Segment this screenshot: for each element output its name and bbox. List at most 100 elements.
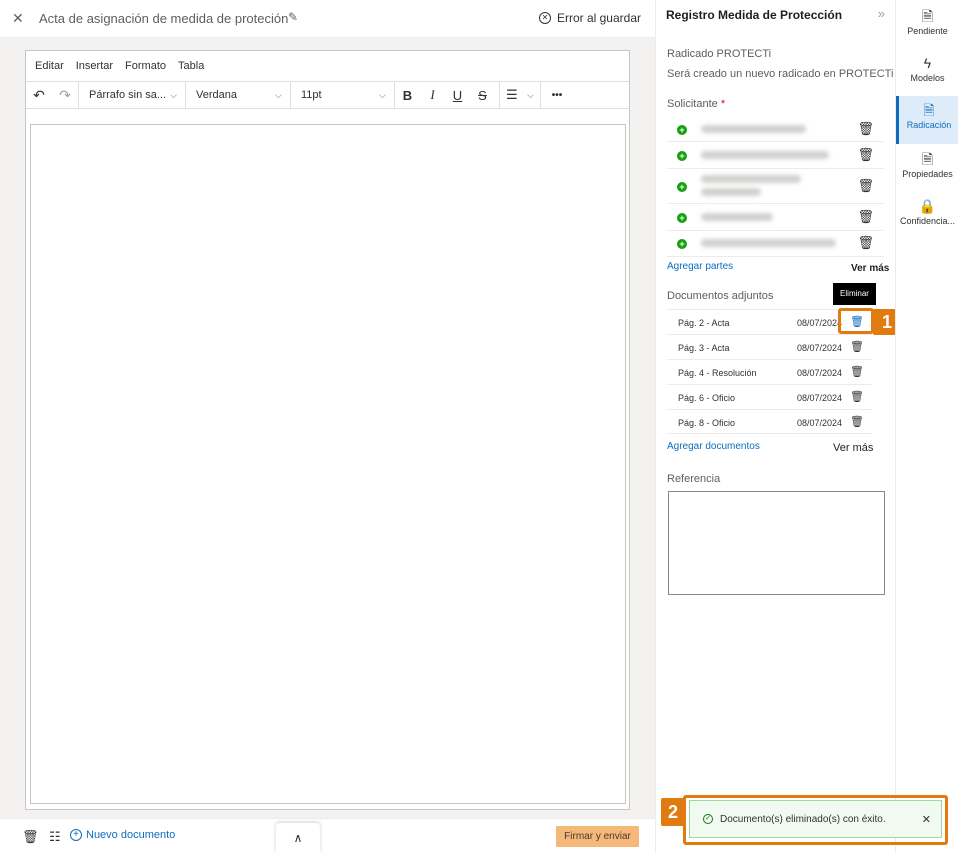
- delete-tooltip: Eliminar: [833, 283, 876, 305]
- pencil-icon[interactable]: ✎: [288, 10, 298, 24]
- radicado-label: Radicado PROTECTi: [667, 48, 772, 60]
- trash-icon[interactable]: 🗑: [850, 390, 864, 403]
- plus-circle-icon: +: [70, 829, 82, 841]
- attachment-date: 08/07/2024: [797, 393, 843, 403]
- menu-editar[interactable]: Editar: [35, 60, 64, 72]
- nav-pendiente[interactable]: 🗎 Pendiente: [896, 6, 958, 46]
- attachment-row: Pág. 3 - Acta 08/07/2024 🗑: [667, 334, 872, 359]
- see-more-documents-link[interactable]: Ver más: [833, 442, 873, 454]
- menu-formato[interactable]: Formato: [125, 60, 166, 72]
- document-canvas[interactable]: [30, 124, 626, 804]
- nav-propiedades[interactable]: 🗎 Propiedades: [896, 149, 958, 189]
- attachment-date: 08/07/2024: [797, 418, 843, 428]
- editor-toolbar: ↶ ↷ Párrafo sin sa... ⌵ Verdana ⌵ 11pt ⌵…: [26, 81, 629, 109]
- trash-icon[interactable]: 🗑: [22, 829, 39, 845]
- side-navigation: 🗎 Pendiente ϟ Modelos 🗎 Radicación 🗎 Pro…: [895, 0, 958, 853]
- menu-insertar[interactable]: Insertar: [76, 60, 113, 72]
- redacted-name: [701, 213, 773, 221]
- attachment-name[interactable]: Pág. 8 - Oficio: [678, 418, 735, 428]
- align-dropdown[interactable]: ☰ ⌵: [500, 81, 540, 109]
- callout-highlight-1: [838, 308, 874, 334]
- close-icon[interactable]: ✕: [12, 10, 24, 27]
- chevron-up-icon[interactable]: ∧: [276, 823, 320, 853]
- align-left-icon: ☰: [506, 87, 518, 102]
- bold-button[interactable]: B: [395, 88, 420, 103]
- chevron-down-icon: ⌵: [170, 89, 177, 100]
- redacted-name: [701, 125, 806, 133]
- undo-icon[interactable]: ↶: [26, 87, 52, 104]
- strikethrough-button[interactable]: S: [470, 88, 495, 103]
- trash-icon[interactable]: 🗑: [857, 209, 874, 225]
- save-status: ✕ Error al guardar: [538, 11, 641, 25]
- trash-icon[interactable]: 🗑: [850, 415, 864, 428]
- redacted-name: [701, 175, 801, 183]
- check-circle-icon: ✓: [703, 814, 713, 824]
- add-circle-icon[interactable]: +: [677, 182, 687, 192]
- radicado-value: Será creado un nuevo radicado en PROTECT…: [667, 68, 894, 80]
- callout-badge-2: 2: [661, 798, 685, 826]
- solicitante-row: + 🗑: [667, 231, 884, 257]
- nav-radicacion[interactable]: 🗎 Radicación: [896, 96, 958, 144]
- attachment-name[interactable]: Pág. 4 - Resolución: [678, 368, 757, 378]
- rich-text-editor: Editar Insertar Formato Tabla ↶ ↷ Párraf…: [25, 50, 630, 810]
- menu-tabla[interactable]: Tabla: [178, 60, 204, 72]
- font-size-dropdown[interactable]: 11pt ⌵: [291, 81, 394, 109]
- attachment-name[interactable]: Pág. 2 - Acta: [678, 318, 730, 328]
- trash-icon[interactable]: 🗑: [857, 147, 874, 163]
- solicitante-row: + 🗑: [667, 204, 884, 231]
- solicitante-row: + 🗑: [667, 117, 884, 142]
- properties-doc-icon: 🗎: [921, 151, 934, 167]
- add-circle-icon[interactable]: +: [677, 213, 687, 223]
- success-toast: ✓ Documento(s) eliminado(s) con éxito. ✕: [689, 800, 942, 838]
- attachment-row: Pág. 8 - Oficio 08/07/2024 🗑: [667, 409, 872, 434]
- redacted-name: [701, 188, 761, 196]
- attachment-name[interactable]: Pág. 6 - Oficio: [678, 393, 735, 403]
- sign-and-send-button[interactable]: Firmar y enviar: [556, 826, 639, 847]
- add-circle-icon[interactable]: +: [677, 239, 687, 249]
- new-document-button[interactable]: + Nuevo documento: [70, 829, 175, 841]
- paragraph-style-dropdown[interactable]: Párrafo sin sa... ⌵: [79, 81, 185, 109]
- settings-sliders-icon[interactable]: ☷: [49, 829, 61, 845]
- add-documents-link[interactable]: Agregar documentos: [667, 441, 760, 452]
- see-more-parties-link[interactable]: Ver más: [851, 263, 889, 274]
- font-dropdown[interactable]: Verdana ⌵: [186, 81, 290, 109]
- new-document-label: Nuevo documento: [86, 829, 176, 841]
- attachment-row: Pág. 4 - Resolución 08/07/2024 🗑: [667, 359, 872, 384]
- collapse-panel-icon[interactable]: »: [878, 6, 885, 21]
- save-status-text: Error al guardar: [556, 11, 641, 25]
- radicacion-doc-icon: 🗎: [923, 102, 935, 118]
- redacted-name: [701, 239, 836, 247]
- trash-icon[interactable]: 🗑: [850, 340, 864, 353]
- reference-textarea[interactable]: [668, 491, 885, 595]
- font-size-value: 11pt: [301, 89, 322, 101]
- attachment-date: 08/07/2024: [797, 368, 843, 378]
- font-value: Verdana: [196, 89, 237, 101]
- attachment-date: 08/07/2024: [797, 318, 843, 328]
- trash-icon[interactable]: 🗑: [857, 121, 874, 137]
- italic-button[interactable]: I: [420, 87, 445, 103]
- chevron-down-icon: ⌵: [275, 89, 282, 100]
- attachment-date: 08/07/2024: [797, 343, 843, 353]
- solicitante-row: + 🗑: [667, 142, 884, 169]
- attachment-name[interactable]: Pág. 3 - Acta: [678, 343, 730, 353]
- document-title: Acta de asignación de medida de proteció…: [39, 11, 289, 26]
- underline-button[interactable]: U: [445, 88, 470, 103]
- trash-icon[interactable]: 🗑: [857, 235, 874, 251]
- redo-icon[interactable]: ↷: [52, 87, 78, 104]
- editor-menubar: Editar Insertar Formato Tabla: [26, 51, 629, 81]
- trash-icon[interactable]: 🗑: [857, 178, 874, 194]
- redacted-name: [701, 151, 829, 159]
- add-circle-icon[interactable]: +: [677, 151, 687, 161]
- pending-doc-icon: 🗎: [921, 8, 934, 24]
- trash-icon[interactable]: 🗑: [850, 365, 864, 378]
- required-mark: *: [720, 98, 726, 110]
- nav-modelos[interactable]: ϟ Modelos: [896, 53, 958, 93]
- add-circle-icon[interactable]: +: [677, 125, 687, 135]
- solicitante-row: + 🗑: [667, 169, 884, 204]
- add-parties-link[interactable]: Agregar partes: [667, 261, 733, 272]
- close-icon[interactable]: ✕: [922, 813, 931, 826]
- lightning-icon: ϟ: [923, 55, 932, 71]
- reference-label: Referencia: [667, 473, 721, 485]
- more-options-button[interactable]: •••: [541, 90, 573, 101]
- nav-confidencialidad[interactable]: 🔒 Confidencia...: [896, 196, 958, 236]
